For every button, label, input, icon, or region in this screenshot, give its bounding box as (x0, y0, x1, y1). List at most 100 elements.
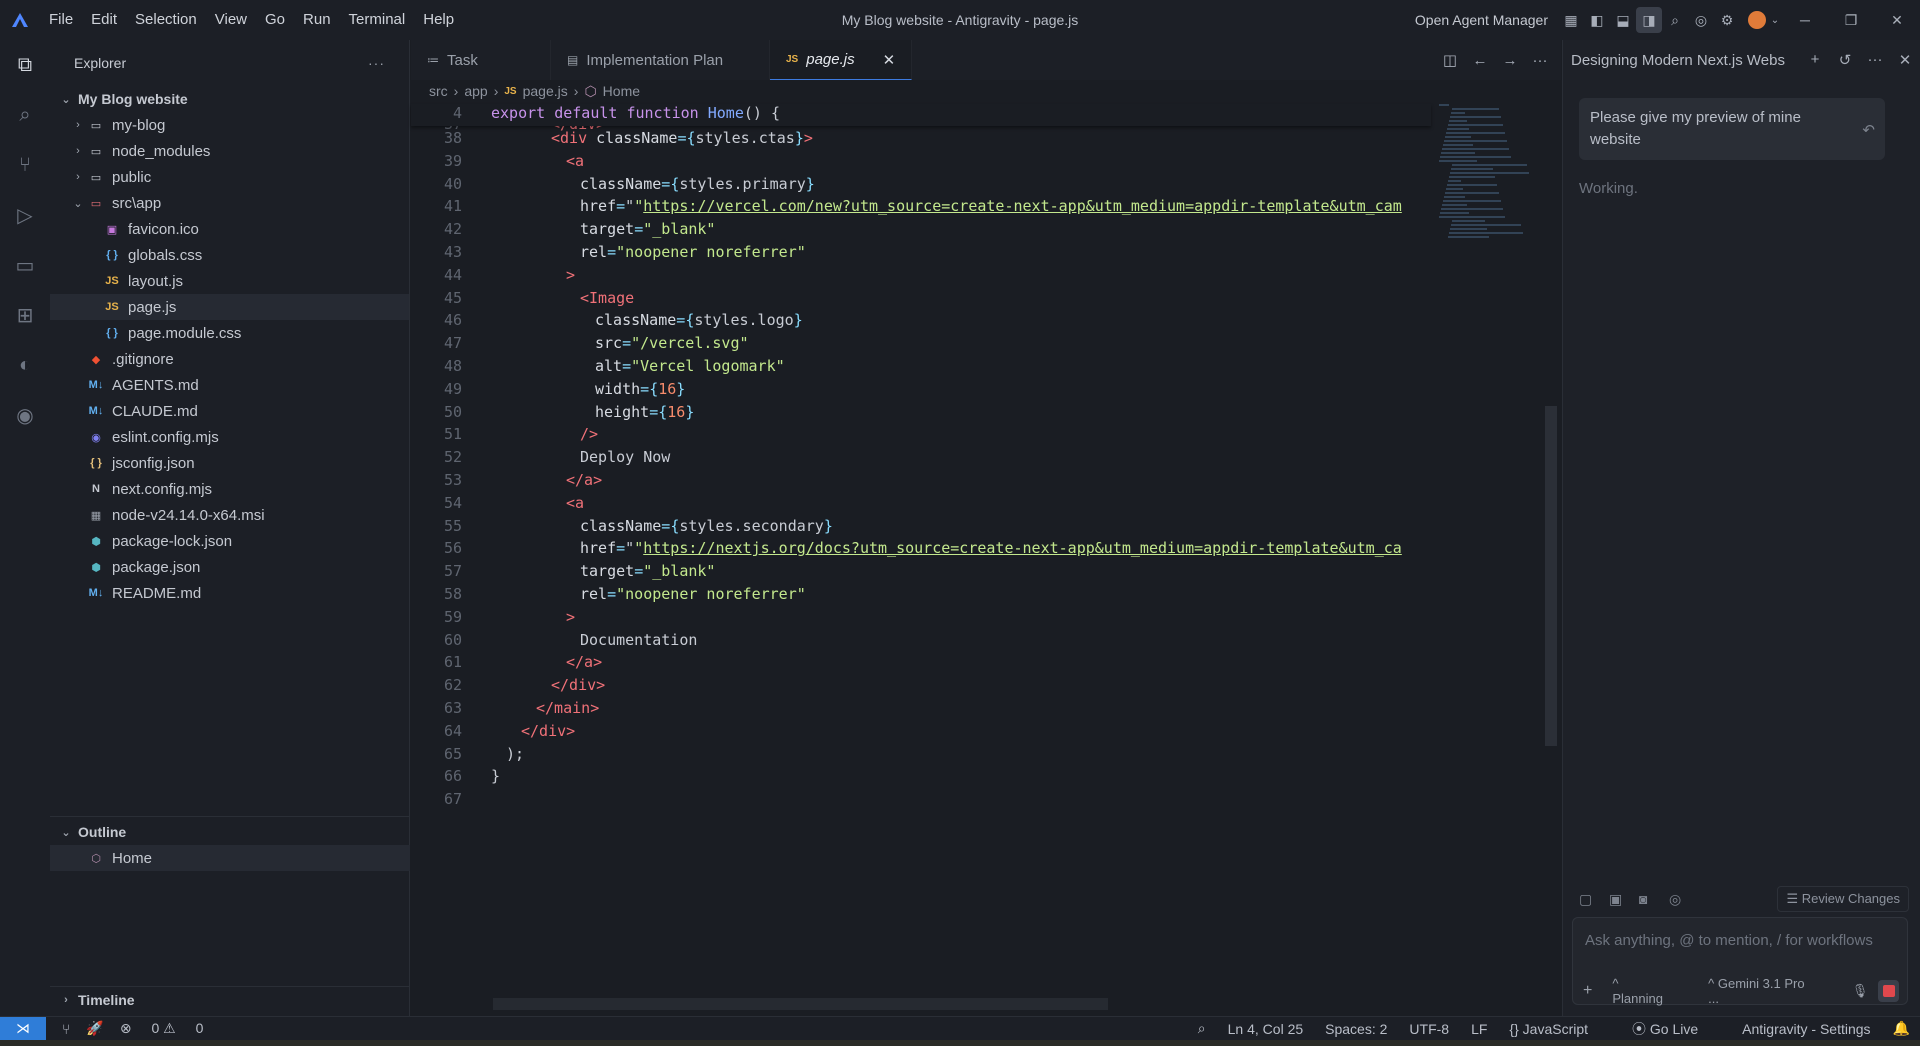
code-line[interactable]: 60 Documentation (411, 629, 1431, 652)
menu-run[interactable]: Run (294, 0, 340, 40)
source-control-icon[interactable]: ⑂ (0, 140, 50, 190)
code-line[interactable]: 48 alt="Vercel logomark" (411, 355, 1431, 378)
code-line[interactable]: 63 </main> (411, 697, 1431, 720)
tree-item[interactable]: M↓ README.md (50, 580, 409, 606)
code-line[interactable]: 50 height={16} (411, 401, 1431, 424)
code-line[interactable]: 59 > (411, 606, 1431, 629)
arrow-left-icon[interactable]: ← (1465, 52, 1495, 69)
mode-selector[interactable]: ^ Planning (1612, 976, 1688, 1006)
code-line[interactable]: 56 href=""https://nextjs.org/docs?utm_sou… (411, 537, 1431, 560)
code-line[interactable]: 55 className={styles.secondary} (411, 515, 1431, 538)
timeline-header[interactable]: › Timeline (50, 987, 410, 1013)
rocket-icon[interactable]: 🚀 (86, 1020, 103, 1037)
tab-page-js[interactable]: JS page.js ✕ (770, 40, 913, 80)
chat-input-placeholder[interactable]: Ask anything, @ to mention, / for workfl… (1585, 932, 1873, 949)
open-agent-manager-button[interactable]: Open Agent Manager (1415, 12, 1548, 28)
chevron-down-icon[interactable]: ⌄ (1768, 7, 1782, 33)
code-line[interactable]: 52 Deploy Now (411, 446, 1431, 469)
target-icon[interactable]: ◎ (1669, 891, 1699, 908)
go-live-button[interactable]: ⦿ Go Live (1632, 1019, 1720, 1039)
stop-button[interactable] (1878, 980, 1899, 1002)
code-line[interactable]: 57 target="_blank" (411, 560, 1431, 583)
source-control-status-icon[interactable]: ⑂ (62, 1021, 70, 1037)
menu-terminal[interactable]: Terminal (340, 0, 415, 40)
plus-icon[interactable]: + (1583, 982, 1592, 1000)
code-editor[interactable]: 37</div>38<div className={styles.ctas}>3… (411, 104, 1431, 811)
tree-item[interactable]: { } jsconfig.json (50, 450, 409, 476)
tree-item[interactable]: ◉ eslint.config.mjs (50, 424, 409, 450)
code-line[interactable]: 51 /> (411, 423, 1431, 446)
tree-item[interactable]: { } globals.css (50, 242, 409, 268)
problems-indicator[interactable]: ⊗ 0 ⚠ 0 (120, 1020, 204, 1037)
code-line[interactable]: 65); (411, 743, 1431, 766)
code-line[interactable]: 43 rel="noopener noreferrer" (411, 241, 1431, 264)
tree-item[interactable]: ▣ favicon.ico (50, 216, 409, 242)
chat-input-box[interactable]: Ask anything, @ to mention, / for workfl… (1572, 917, 1908, 1006)
arrow-right-icon[interactable]: → (1495, 52, 1525, 69)
code-line[interactable]: 49 width={16} (411, 378, 1431, 401)
split-editor-icon[interactable]: ◫ (1435, 51, 1465, 69)
tab-task[interactable]: ≔ Task (411, 40, 551, 80)
model-selector[interactable]: ^ Gemini 3.1 Pro ... (1708, 976, 1832, 1006)
code-line[interactable]: 61 </a> (411, 651, 1431, 674)
microphone-icon[interactable]: 🎙 (1852, 983, 1869, 999)
undo-icon[interactable]: ↶ (1862, 120, 1875, 142)
encoding[interactable]: UTF-8 (1409, 1021, 1449, 1037)
horizontal-scrollbar[interactable] (493, 998, 1108, 1010)
tree-item[interactable]: M↓ AGENTS.md (50, 372, 409, 398)
close-window-button[interactable]: ✕ (1874, 0, 1920, 40)
menu-file[interactable]: File (40, 0, 82, 40)
avatar[interactable] (1748, 11, 1766, 29)
tree-item[interactable]: › ▭ public (50, 164, 409, 190)
toggle-secondary-sidebar-icon[interactable]: ◨ (1636, 7, 1662, 33)
extensions-icon[interactable]: ⊞ (0, 290, 50, 340)
history-icon[interactable]: ↺ (1830, 51, 1860, 69)
code-line[interactable]: 53 </a> (411, 469, 1431, 492)
breadcrumb-item[interactable]: src (429, 83, 448, 99)
code-line[interactable]: 45 <Image (411, 287, 1431, 310)
restore-button[interactable]: ❐ (1828, 0, 1874, 40)
tree-item[interactable]: JS page.js (50, 294, 409, 320)
tree-root-folder[interactable]: ⌄ My Blog website (50, 86, 409, 112)
language-mode[interactable]: {} JavaScript (1509, 1021, 1610, 1037)
search-view-icon[interactable]: ⌕ (0, 90, 50, 140)
tree-item[interactable]: ⌄ ▭ src\app (50, 190, 409, 216)
code-line[interactable]: 47 src="/vercel.svg" (411, 332, 1431, 355)
code-line[interactable]: 38 <div className={styles.ctas}> (411, 127, 1431, 150)
outline-item-home[interactable]: ⬡ Home (50, 845, 410, 871)
more-actions-icon[interactable]: ··· (1860, 51, 1890, 69)
tree-item[interactable]: › ▭ my-blog (50, 112, 409, 138)
accounts-icon[interactable]: ◉ (0, 390, 50, 440)
zoom-icon[interactable]: ⌕ (1198, 1020, 1206, 1037)
menu-help[interactable]: Help (414, 0, 463, 40)
menu-go[interactable]: Go (256, 0, 294, 40)
code-line[interactable]: 40 className={styles.primary} (411, 173, 1431, 196)
code-line[interactable]: 54 <a (411, 492, 1431, 515)
terminal-icon[interactable]: ▣ (1609, 891, 1639, 908)
breadcrumb-item[interactable]: app (464, 83, 487, 99)
outline-header[interactable]: ⌄ Outline (50, 819, 410, 845)
breadcrumb-item[interactable]: Home (603, 83, 640, 99)
code-line[interactable]: 44 > (411, 264, 1431, 287)
github-icon[interactable]: ◐ (0, 340, 50, 390)
gear-icon[interactable]: ⚙ (1714, 7, 1740, 33)
plus-icon[interactable]: + (1800, 51, 1830, 69)
code-line[interactable]: 42 target="_blank" (411, 218, 1431, 241)
remote-indicator-icon[interactable]: ⋊ (0, 1016, 46, 1041)
minimap[interactable] (1439, 104, 1549, 244)
toggle-primary-sidebar-icon[interactable]: ◧ (1584, 7, 1610, 33)
close-icon[interactable]: ✕ (883, 51, 896, 69)
bell-icon[interactable]: 🔔 (1893, 1020, 1910, 1037)
search-icon[interactable]: ⌕ (1662, 7, 1688, 33)
tree-item[interactable]: JS layout.js (50, 268, 409, 294)
tree-item[interactable]: M↓ CLAUDE.md (50, 398, 409, 424)
code-line[interactable]: 39 <a (411, 150, 1431, 173)
end-of-line[interactable]: LF (1471, 1021, 1487, 1037)
menu-edit[interactable]: Edit (82, 0, 126, 40)
minimize-button[interactable]: ─ (1782, 0, 1828, 40)
more-actions-icon[interactable]: ··· (1525, 52, 1555, 69)
tree-item[interactable]: ⬢ package.json (50, 554, 409, 580)
code-line[interactable]: 64 </div> (411, 720, 1431, 743)
toggle-panel-icon[interactable]: ⬓ (1610, 7, 1636, 33)
tree-item[interactable]: ⬢ package-lock.json (50, 528, 409, 554)
